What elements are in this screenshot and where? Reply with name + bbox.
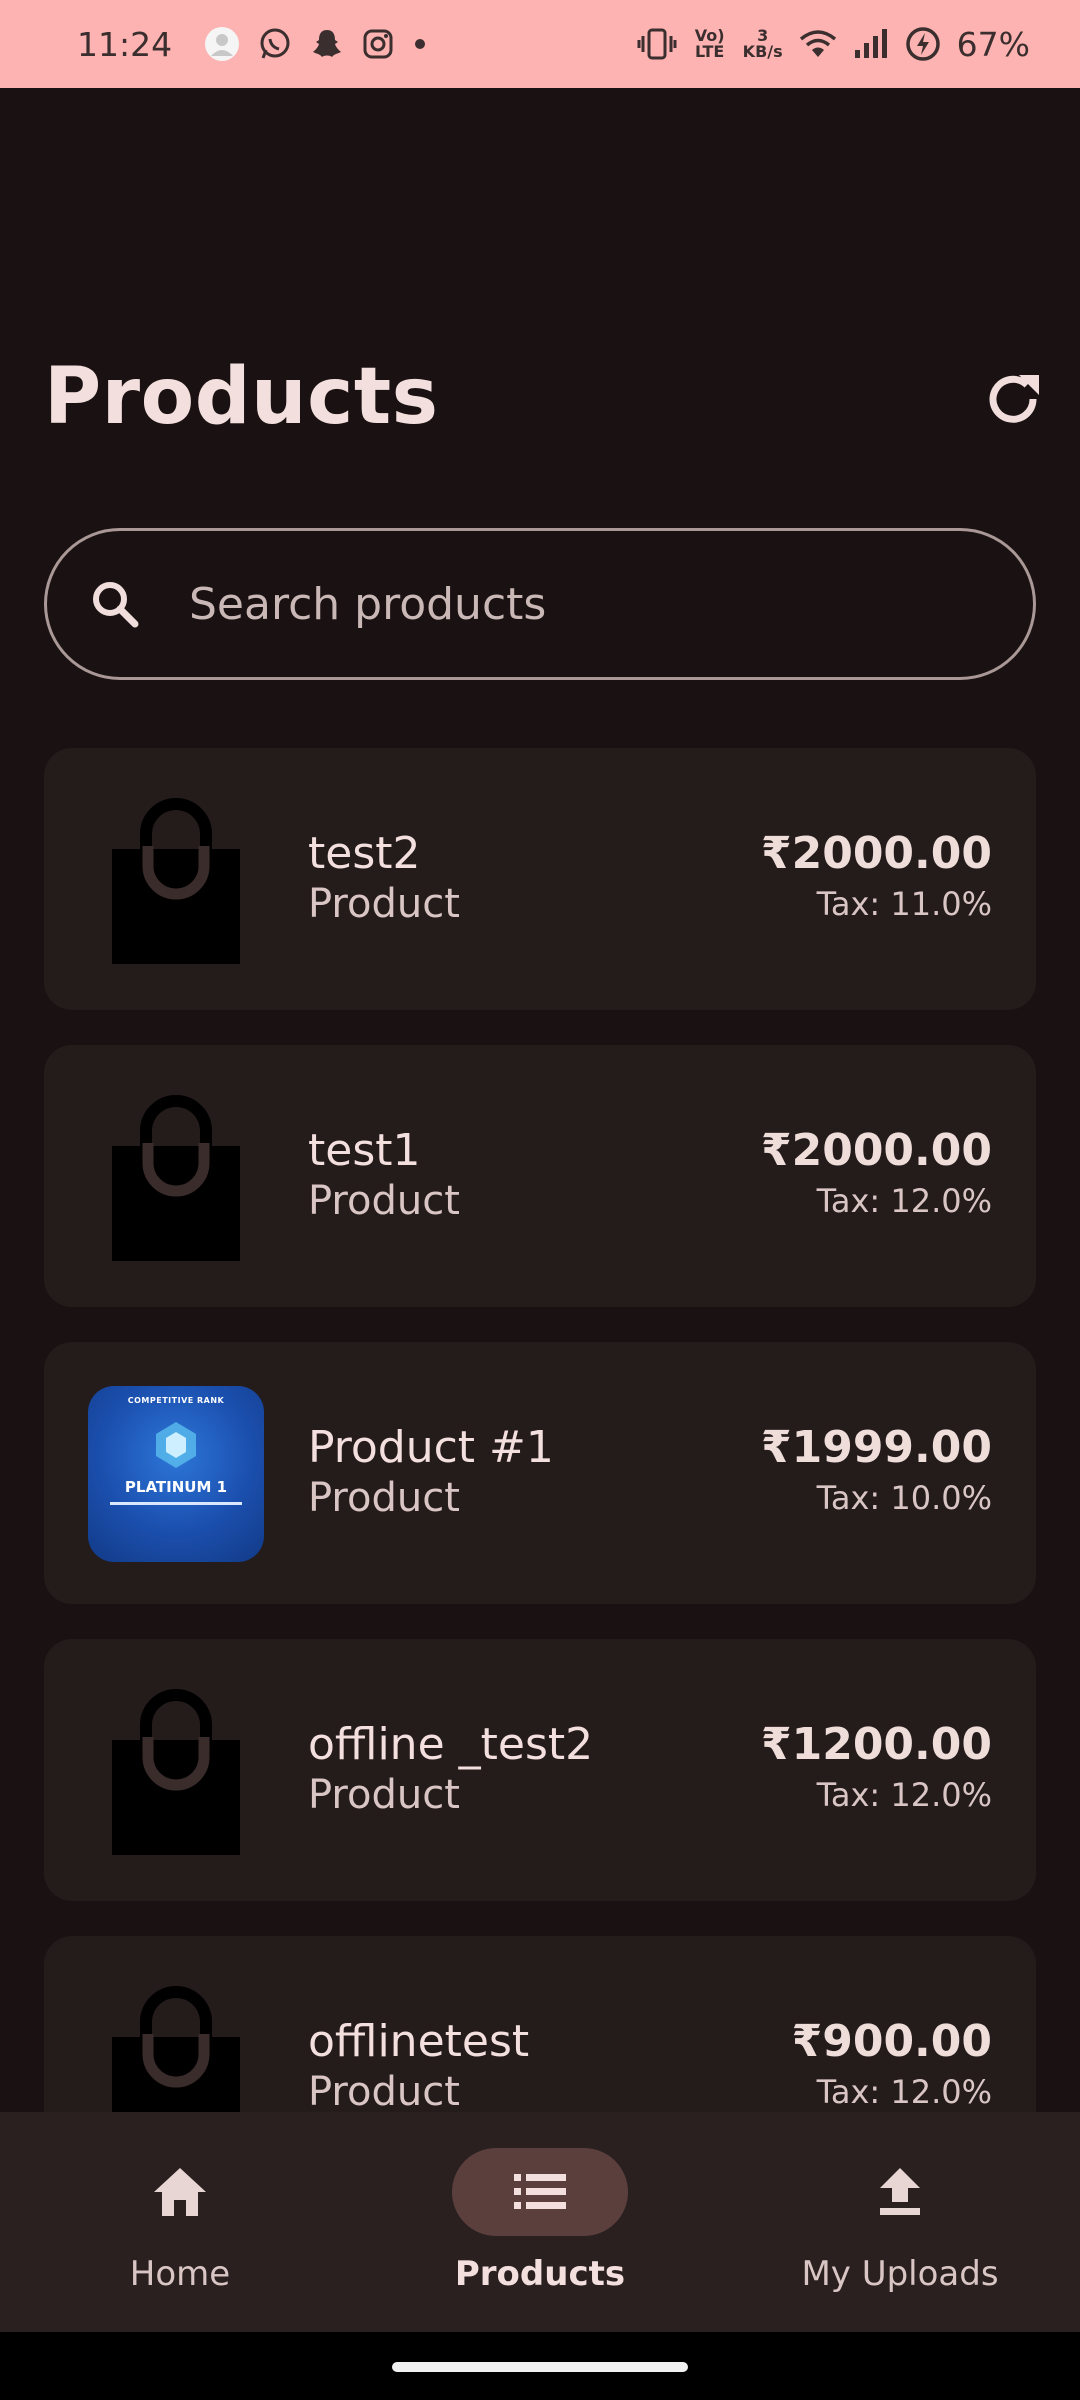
product-card[interactable]: test2 Product ₹2000.00 Tax: 11.0% bbox=[44, 748, 1036, 1010]
product-price: ₹2000.00 bbox=[760, 1125, 992, 1176]
instagram-icon bbox=[362, 28, 394, 60]
product-price-block: ₹2000.00 Tax: 11.0% bbox=[761, 828, 992, 928]
whatsapp-icon bbox=[258, 27, 292, 61]
system-gesture-area bbox=[0, 2332, 1080, 2400]
list-icon bbox=[514, 2174, 566, 2209]
search-icon bbox=[87, 576, 143, 632]
product-price: ₹1999.00 bbox=[760, 1422, 992, 1473]
battery-icon bbox=[905, 26, 941, 62]
volte-icon: Vo) LTE bbox=[694, 26, 725, 61]
product-tax: Tax: 12.0% bbox=[816, 1776, 992, 1814]
product-price: ₹900.00 bbox=[791, 2016, 992, 2067]
wifi-icon bbox=[799, 28, 837, 60]
search-input[interactable] bbox=[189, 578, 949, 630]
product-price: ₹2000.00 bbox=[760, 828, 992, 879]
nav-pill bbox=[92, 2148, 268, 2236]
page-title: Products bbox=[44, 352, 439, 442]
photo-caption: COMPETITIVE RANK bbox=[127, 1396, 225, 1405]
search-bar[interactable] bbox=[44, 528, 1036, 680]
product-type: Product bbox=[308, 1475, 460, 1521]
product-card[interactable]: COMPETITIVE RANK PLATINUM 1 Product #1 P… bbox=[44, 1342, 1036, 1604]
refresh-icon bbox=[989, 375, 1039, 423]
product-type: Product bbox=[308, 1772, 460, 1818]
product-card[interactable]: offline _test2 Product ₹1200.00 Tax: 12.… bbox=[44, 1639, 1036, 1901]
product-name: test1 bbox=[308, 1125, 421, 1176]
battery-percent: 67% bbox=[956, 24, 1030, 64]
product-info: offlinetest Product bbox=[308, 2016, 529, 2116]
nav-label: Home bbox=[129, 2254, 231, 2294]
product-info: offline _test2 Product bbox=[308, 1719, 593, 1819]
product-card[interactable]: test1 Product ₹2000.00 Tax: 12.0% bbox=[44, 1045, 1036, 1307]
photo-title: PLATINUM 1 bbox=[124, 1478, 228, 1496]
gesture-handle[interactable] bbox=[392, 2362, 688, 2372]
shopping-bag-icon bbox=[86, 790, 266, 968]
snapchat-icon bbox=[310, 27, 344, 61]
home-icon bbox=[154, 2168, 206, 2216]
network-speed-unit: KB/s bbox=[742, 42, 783, 61]
nav-label: My Uploads bbox=[801, 2254, 999, 2294]
status-right: Vo) LTE 3 KB/s 67% bbox=[637, 25, 1030, 64]
bottom-navigation: Home Products My Uploads bbox=[0, 2112, 1080, 2332]
status-bar: 11:24 Vo) LTE 3 KB/s 67% bbox=[0, 0, 1080, 88]
shopping-bag-icon bbox=[86, 1681, 266, 1859]
product-name: offlinetest bbox=[308, 2016, 530, 2067]
product-tax: Tax: 10.0% bbox=[816, 1479, 992, 1517]
product-tax: Tax: 11.0% bbox=[816, 885, 992, 923]
product-name: offline _test2 bbox=[308, 1719, 594, 1770]
product-type: Product bbox=[308, 881, 460, 927]
product-tax: Tax: 12.0% bbox=[816, 2073, 992, 2111]
product-info: test2 Product bbox=[308, 828, 460, 928]
nav-item-home[interactable]: Home bbox=[0, 2112, 360, 2332]
product-price-block: ₹1200.00 Tax: 12.0% bbox=[761, 1719, 992, 1819]
signal-icon bbox=[853, 28, 889, 60]
network-speed: 3 KB/s bbox=[743, 28, 783, 60]
product-price-block: ₹2000.00 Tax: 12.0% bbox=[761, 1125, 992, 1225]
dot-icon bbox=[412, 36, 428, 52]
avatar-icon bbox=[204, 26, 240, 62]
refresh-button[interactable] bbox=[976, 362, 1050, 436]
nav-pill bbox=[812, 2148, 988, 2236]
product-info: Product #1 Product bbox=[308, 1422, 554, 1522]
vibrate-icon bbox=[637, 27, 677, 61]
product-name: Product #1 bbox=[308, 1422, 554, 1473]
product-name: test2 bbox=[308, 828, 421, 879]
product-tax: Tax: 12.0% bbox=[816, 1182, 992, 1220]
photo-divider bbox=[110, 1502, 242, 1505]
nav-label: Products bbox=[454, 2254, 626, 2294]
status-time: 11:24 bbox=[77, 24, 173, 64]
product-price-block: ₹900.00 Tax: 12.0% bbox=[792, 2016, 992, 2116]
product-type: Product bbox=[308, 1178, 460, 1224]
product-photo: COMPETITIVE RANK PLATINUM 1 bbox=[88, 1386, 264, 1562]
upload-icon bbox=[880, 2168, 920, 2215]
rank-emblem-icon bbox=[156, 1422, 196, 1468]
product-info: test1 Product bbox=[308, 1125, 460, 1225]
status-left: 11:24 bbox=[77, 25, 428, 64]
nav-item-products[interactable]: Products bbox=[360, 2112, 720, 2332]
nav-pill-active bbox=[452, 2148, 628, 2236]
nav-item-my-uploads[interactable]: My Uploads bbox=[720, 2112, 1080, 2332]
product-price: ₹1200.00 bbox=[760, 1719, 992, 1770]
shopping-bag-icon bbox=[86, 1087, 266, 1265]
screen: 11:24 Vo) LTE 3 KB/s 67% Products Search… bbox=[0, 0, 1080, 2400]
product-type: Product bbox=[308, 2069, 460, 2115]
product-price-block: ₹1999.00 Tax: 10.0% bbox=[761, 1422, 992, 1522]
product-list: test2 Product ₹2000.00 Tax: 11.0% test1 … bbox=[44, 748, 1036, 2233]
